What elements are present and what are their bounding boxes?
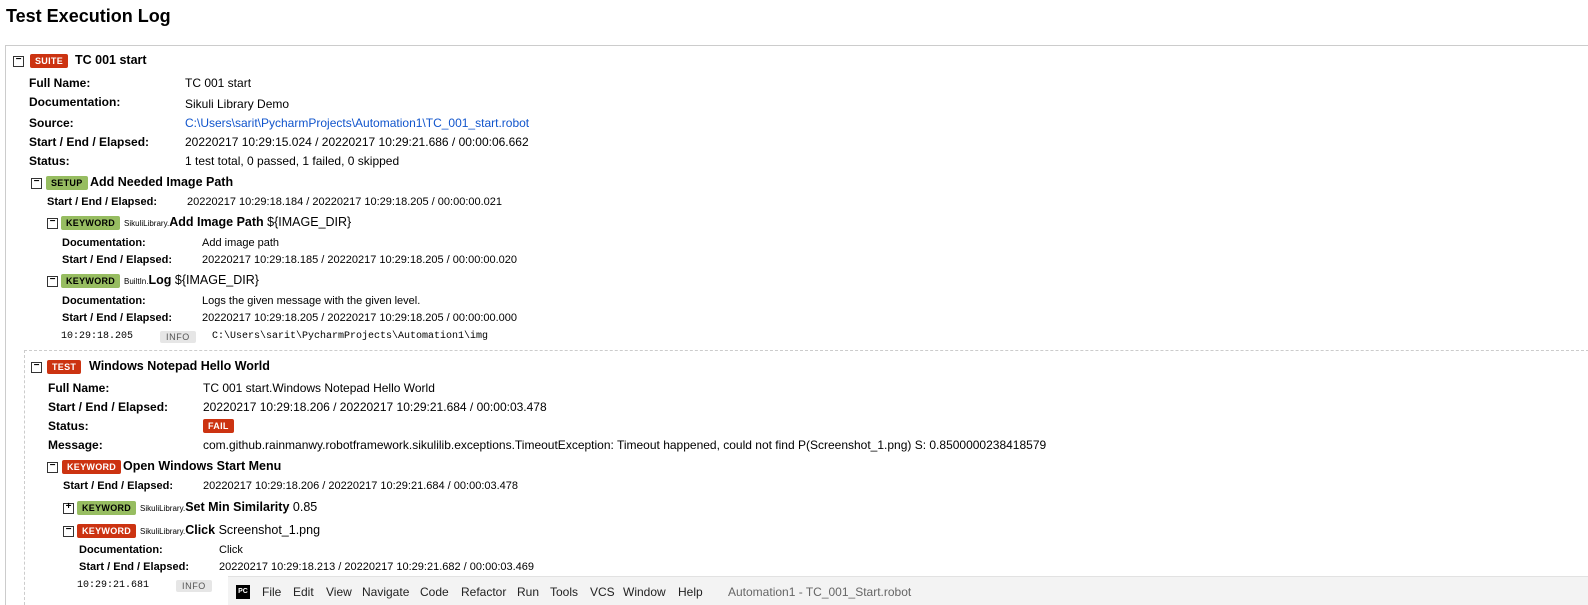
suite-elapsed-label: Start / End / Elapsed: <box>29 135 150 149</box>
keyword-name: Click <box>185 523 216 537</box>
keyword-name: Set Min Similarity <box>185 500 290 514</box>
kw-add-image-path-doc-label: Documentation: <box>62 237 146 249</box>
log-message-text: C:\Users\sarit\PycharmProjects\Automatio… <box>212 331 489 342</box>
test-collapse-toggle[interactable]: − <box>31 360 42 373</box>
suite-full-name: TC 001 start <box>185 76 252 90</box>
test-message: com.github.rainmanwy.robotframework.siku… <box>203 438 1047 452</box>
keyword-args: ${IMAGE_DIR} <box>267 215 352 229</box>
kw-click-badge: KEYWORD <box>77 524 137 538</box>
minus-icon: − <box>49 216 56 227</box>
ide-menu-refactor[interactable]: Refactor <box>461 585 506 599</box>
keyword-library: SikuliLibrary. <box>124 219 170 228</box>
kw-add-image-path-name[interactable]: SikuliLibrary.Add Image Path ${IMAGE_DIR… <box>124 215 351 229</box>
minus-icon: − <box>33 360 40 371</box>
ide-window-title: Automation1 - TC_001_Start.robot <box>728 585 912 599</box>
ide-menu-vcs[interactable]: VCS <box>590 585 615 599</box>
log-level-badge: INFO <box>176 580 212 592</box>
kw-open-start-menu-name[interactable]: Open Windows Start Menu <box>123 459 281 473</box>
minus-icon: − <box>15 54 22 65</box>
suite-status: 1 test total, 0 passed, 1 failed, 0 skip… <box>185 154 400 168</box>
minus-icon: − <box>49 460 56 471</box>
kw-open-start-menu-elapsed: 20220217 10:29:18.206 / 20220217 10:29:2… <box>203 480 519 492</box>
kw-log-doc-label: Documentation: <box>62 295 146 307</box>
kw-log-badge: KEYWORD <box>61 274 121 288</box>
log-message-time: 10:29:21.681 <box>77 580 150 591</box>
kw-add-image-path-badge: KEYWORD <box>61 216 121 230</box>
kw-open-start-menu-badge: KEYWORD <box>62 460 122 474</box>
suite-collapse-toggle[interactable]: − <box>13 54 24 67</box>
kw-log-elapsed-label: Start / End / Elapsed: <box>62 312 173 324</box>
keyword-name: Add Image Path <box>169 215 264 229</box>
setup-elapsed: 20220217 10:29:18.184 / 20220217 10:29:1… <box>187 196 503 208</box>
keyword-args: Screenshot_1.png <box>218 523 321 537</box>
keyword-name: Log <box>148 273 172 287</box>
test-message-label: Message: <box>48 438 103 452</box>
kw-click-name[interactable]: SikuliLibrary.Click Screenshot_1.png <box>140 523 320 537</box>
ide-menu-navigate[interactable]: Navigate <box>362 585 409 599</box>
kw-click-toggle[interactable]: − <box>63 524 74 537</box>
ide-menu-window[interactable]: Window <box>623 585 666 599</box>
suite-elapsed: 20220217 10:29:15.024 / 20220217 10:29:2… <box>185 135 529 149</box>
suite-badge: SUITE <box>30 54 69 68</box>
test-status-label: Status: <box>48 419 89 433</box>
ide-menu-edit[interactable]: Edit <box>293 585 314 599</box>
kw-set-min-similarity-toggle[interactable]: + <box>63 501 74 514</box>
kw-add-image-path-toggle[interactable]: − <box>47 216 58 229</box>
page-title: Test Execution Log <box>6 6 171 26</box>
ide-menu-code[interactable]: Code <box>420 585 449 599</box>
kw-click-elapsed: 20220217 10:29:18.213 / 20220217 10:29:2… <box>219 561 535 573</box>
kw-click-doc: Click <box>219 544 243 556</box>
suite-full-name-label: Full Name: <box>29 76 91 90</box>
test-full-name-label: Full Name: <box>48 381 110 395</box>
suite-source-link[interactable]: C:\Users\sarit\PycharmProjects\Automatio… <box>185 116 529 130</box>
ide-menu-help[interactable]: Help <box>678 585 703 599</box>
keyword-library: SikuliLibrary. <box>140 527 186 536</box>
kw-log-elapsed: 20220217 10:29:18.205 / 20220217 10:29:1… <box>202 312 518 324</box>
kw-open-start-menu-elapsed-label: Start / End / Elapsed: <box>63 480 174 492</box>
keyword-library: SikuliLibrary. <box>140 504 186 513</box>
kw-log-doc: Logs the given message with the given le… <box>202 295 421 307</box>
test-elapsed-label: Start / End / Elapsed: <box>48 400 169 414</box>
setup-badge: SETUP <box>46 176 88 190</box>
test-badge: TEST <box>47 360 82 374</box>
suite-name[interactable]: TC 001 start <box>75 53 147 67</box>
test-status-badge: FAIL <box>203 419 234 433</box>
minus-icon: − <box>65 524 72 535</box>
log-level-badge: INFO <box>160 331 196 343</box>
kw-click-doc-label: Documentation: <box>79 544 163 556</box>
setup-collapse-toggle[interactable]: − <box>31 176 42 189</box>
kw-add-image-path-doc: Add image path <box>202 237 280 249</box>
kw-open-start-menu-toggle[interactable]: − <box>47 460 58 473</box>
kw-add-image-path-elapsed: 20220217 10:29:18.185 / 20220217 10:29:1… <box>202 254 518 266</box>
ide-menu-run[interactable]: Run <box>517 585 539 599</box>
keyword-args: ${IMAGE_DIR} <box>174 273 259 287</box>
kw-set-min-similarity-badge: KEYWORD <box>77 501 137 515</box>
suite-documentation: Sikuli Library Demo <box>185 97 290 111</box>
kw-set-min-similarity-name[interactable]: SikuliLibrary.Set Min Similarity 0.85 <box>140 500 317 514</box>
suite-source-label: Source: <box>29 116 74 130</box>
setup-name[interactable]: Add Needed Image Path <box>90 175 233 189</box>
ide-menu-tools[interactable]: Tools <box>550 585 578 599</box>
minus-icon: − <box>49 274 56 285</box>
setup-elapsed-label: Start / End / Elapsed: <box>47 196 158 208</box>
log-message-time: 10:29:18.205 <box>61 331 134 342</box>
suite-documentation-label: Documentation: <box>29 95 121 109</box>
keyword-library: BuiltIn. <box>124 277 149 286</box>
ide-menu-file[interactable]: File <box>262 585 281 599</box>
test-full-name: TC 001 start.Windows Notepad Hello World <box>203 381 435 395</box>
kw-log-name[interactable]: BuiltIn.Log ${IMAGE_DIR} <box>124 273 259 287</box>
suite-status-label: Status: <box>29 154 70 168</box>
plus-icon: + <box>65 501 72 512</box>
ide-window-menubar: PC File Edit View Navigate Code Refactor… <box>228 576 1588 605</box>
keyword-args: 0.85 <box>292 500 318 514</box>
test-elapsed: 20220217 10:29:18.206 / 20220217 10:29:2… <box>203 400 547 414</box>
ide-menu-view[interactable]: View <box>326 585 352 599</box>
kw-click-elapsed-label: Start / End / Elapsed: <box>79 561 190 573</box>
pycharm-logo-icon: PC <box>236 585 250 599</box>
kw-log-toggle[interactable]: − <box>47 274 58 287</box>
minus-icon: − <box>33 176 40 187</box>
test-name[interactable]: Windows Notepad Hello World <box>89 359 270 373</box>
kw-add-image-path-elapsed-label: Start / End / Elapsed: <box>62 254 173 266</box>
